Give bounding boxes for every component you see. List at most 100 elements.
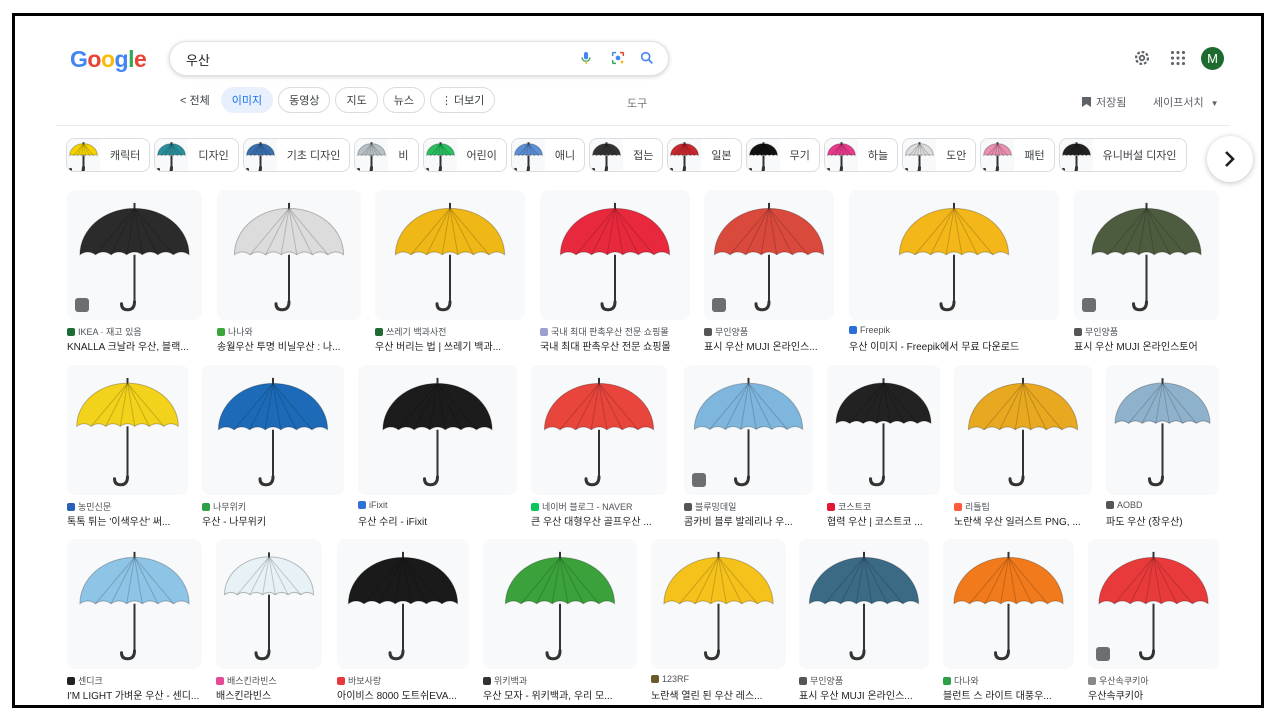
- result-thumbnail[interactable]: [217, 190, 361, 320]
- account-avatar[interactable]: M: [1201, 47, 1224, 70]
- safesearch-button[interactable]: 세이프서치 ▼: [1153, 94, 1219, 110]
- result-title[interactable]: 노란색 우산 일러스트 PNG, ...: [954, 513, 1092, 528]
- result-source[interactable]: 센디크: [67, 674, 202, 687]
- chip-3[interactable]: 비: [354, 138, 419, 172]
- google-logo[interactable]: Google: [70, 46, 147, 73]
- lens-icon[interactable]: [610, 50, 626, 66]
- chip-10[interactable]: 도안: [902, 138, 977, 172]
- result-source[interactable]: 무인양품: [1074, 325, 1219, 338]
- result-source[interactable]: 블루밍데일: [684, 500, 813, 513]
- result-thumbnail[interactable]: [202, 365, 344, 495]
- result-source[interactable]: 123RF: [651, 674, 786, 684]
- search-icon[interactable]: [639, 50, 655, 66]
- result-title[interactable]: 큰 우산 대형우산 골프우산 ...: [531, 513, 667, 528]
- tab-videos[interactable]: 동영상: [278, 87, 331, 113]
- chip-2[interactable]: 기초 디자인: [242, 138, 351, 172]
- image-result[interactable]: 리틀팁 노란색 우산 일러스트 PNG, ...: [954, 365, 1092, 539]
- tab-images[interactable]: 이미지: [220, 87, 274, 113]
- chevron-right-icon[interactable]: [1207, 136, 1253, 182]
- result-source[interactable]: 코스트코: [827, 500, 940, 513]
- result-source[interactable]: 바보사랑: [337, 674, 469, 687]
- result-source[interactable]: 무인양품: [704, 325, 834, 338]
- image-result[interactable]: 배스킨라빈스 배스킨라빈스: [216, 539, 322, 705]
- result-title[interactable]: 우산속쿠키아: [1088, 687, 1219, 702]
- chip-1[interactable]: 디자인: [154, 138, 239, 172]
- result-source[interactable]: 다나와: [943, 674, 1074, 687]
- image-result[interactable]: 센디크 I'M LIGHT 가벼운 우산 - 센디...: [67, 539, 202, 705]
- result-title[interactable]: 우산 버리는 법 | 쓰레기 백과...: [375, 338, 525, 353]
- image-result[interactable]: 무인양품 표시 우산 MUJI 온라인스토어: [1074, 190, 1219, 364]
- image-result[interactable]: 무인양품 표시 우산 MUJI 온라인스...: [799, 539, 929, 705]
- image-result[interactable]: 우산속쿠키아 우산속쿠키아: [1088, 539, 1219, 705]
- result-title[interactable]: 파도 우산 (장우산): [1106, 513, 1219, 528]
- image-result[interactable]: 네이버 블로그 - NAVER 큰 우산 대형우산 골프우산 ...: [531, 365, 667, 539]
- settings-icon[interactable]: [1131, 47, 1153, 69]
- tools-button[interactable]: 도구: [627, 95, 647, 111]
- result-thumbnail[interactable]: [337, 539, 469, 669]
- image-result[interactable]: iFixit 우산 수리 - iFixit: [358, 365, 517, 539]
- image-result[interactable]: 쓰레기 백과사전 우산 버리는 법 | 쓰레기 백과...: [375, 190, 525, 364]
- result-source[interactable]: iFixit: [358, 500, 517, 510]
- result-title[interactable]: 협력 우산 | 코스트코 ...: [827, 513, 940, 528]
- result-thumbnail[interactable]: [827, 365, 940, 495]
- result-title[interactable]: 표시 우산 MUJI 온라인스...: [799, 687, 929, 702]
- result-source[interactable]: Freepik: [849, 325, 1059, 335]
- tab-more[interactable]: ⋮ 더보기: [429, 87, 496, 113]
- image-result[interactable]: 다나와 블런트 스 라이트 대풍우...: [943, 539, 1074, 705]
- result-source[interactable]: 위키백과: [483, 674, 637, 687]
- result-title[interactable]: 배스킨라빈스: [216, 687, 322, 702]
- result-title[interactable]: 우산 모자 - 위키백과, 우리 모...: [483, 687, 637, 702]
- result-title[interactable]: 송월우산 투명 비닐우산 : 나...: [217, 338, 361, 353]
- result-thumbnail[interactable]: [1106, 365, 1219, 495]
- image-result[interactable]: 블루밍데일 콤카비 블루 발레리나 우...: [684, 365, 813, 539]
- result-source[interactable]: 국내 최대 판촉우산 전문 쇼핑몰: [540, 325, 690, 338]
- result-source[interactable]: 리틀팁: [954, 500, 1092, 513]
- chip-6[interactable]: 접는: [589, 138, 664, 172]
- search-input[interactable]: [184, 49, 568, 69]
- result-source[interactable]: 농민신문: [67, 500, 188, 513]
- result-thumbnail[interactable]: [375, 190, 525, 320]
- apps-icon[interactable]: [1167, 47, 1189, 69]
- saved-button[interactable]: 저장됨: [1081, 94, 1126, 110]
- result-thumbnail[interactable]: [651, 539, 786, 669]
- image-result[interactable]: 국내 최대 판촉우산 전문 쇼핑몰 국내 최대 판촉우산 전문 쇼핑몰: [540, 190, 690, 364]
- result-thumbnail[interactable]: [67, 365, 188, 495]
- image-result[interactable]: 무인양품 표시 우산 MUJI 온라인스...: [704, 190, 834, 364]
- image-result[interactable]: AOBD 파도 우산 (장우산): [1106, 365, 1219, 539]
- image-result[interactable]: 바보사랑 아이비스 8000 도트쉬EVA...: [337, 539, 469, 705]
- result-title[interactable]: 국내 최대 판촉우산 전문 쇼핑몰: [540, 338, 690, 353]
- result-thumbnail[interactable]: [531, 365, 667, 495]
- tab-all[interactable]: < 전체: [174, 87, 216, 113]
- result-title[interactable]: 아이비스 8000 도트쉬EVA...: [337, 687, 469, 702]
- result-title[interactable]: 톡톡 튀는 '이색우산' 써...: [67, 513, 188, 528]
- image-result[interactable]: 농민신문 톡톡 튀는 '이색우산' 써...: [67, 365, 188, 539]
- chip-5[interactable]: 애니: [510, 138, 586, 172]
- result-title[interactable]: 우산 이미지 - Freepik에서 무료 다운로드: [849, 338, 1059, 353]
- result-thumbnail[interactable]: [943, 539, 1074, 669]
- result-title[interactable]: 우산 - 나무위키: [202, 513, 344, 528]
- result-title[interactable]: KNALLA 크날라 우산, 블랙...: [67, 338, 202, 353]
- chip-8[interactable]: 무기: [745, 138, 820, 172]
- result-source[interactable]: 무인양품: [799, 674, 929, 687]
- result-thumbnail[interactable]: [540, 190, 690, 320]
- search-box[interactable]: [169, 41, 669, 76]
- chip-9[interactable]: 하늘: [823, 138, 899, 172]
- result-source[interactable]: 나나와: [217, 325, 361, 338]
- result-thumbnail[interactable]: [358, 365, 517, 495]
- chip-0[interactable]: 캐릭터: [66, 138, 151, 172]
- chip-12[interactable]: 유니버설 디자인: [1058, 138, 1187, 172]
- image-result[interactable]: 위키백과 우산 모자 - 위키백과, 우리 모...: [483, 539, 637, 705]
- mic-icon[interactable]: [578, 50, 594, 66]
- chip-11[interactable]: 패턴: [980, 138, 1055, 172]
- result-source[interactable]: 네이버 블로그 - NAVER: [531, 500, 667, 513]
- image-result[interactable]: 나나와 송월우산 투명 비닐우산 : 나...: [217, 190, 361, 364]
- result-source[interactable]: IKEA · 재고 있음: [67, 325, 202, 338]
- tab-news[interactable]: 뉴스: [382, 87, 425, 113]
- result-title[interactable]: 콤카비 블루 발레리나 우...: [684, 513, 813, 528]
- result-title[interactable]: 블런트 스 라이트 대풍우...: [943, 687, 1074, 702]
- image-result[interactable]: IKEA · 재고 있음 KNALLA 크날라 우산, 블랙...: [67, 190, 202, 364]
- result-source[interactable]: 쓰레기 백과사전: [375, 325, 525, 338]
- result-thumbnail[interactable]: [216, 539, 322, 669]
- result-title[interactable]: I'M LIGHT 가벼운 우산 - 센디...: [67, 687, 202, 702]
- image-result[interactable]: 123RF 노란색 열린 된 우산 레스...: [651, 539, 786, 705]
